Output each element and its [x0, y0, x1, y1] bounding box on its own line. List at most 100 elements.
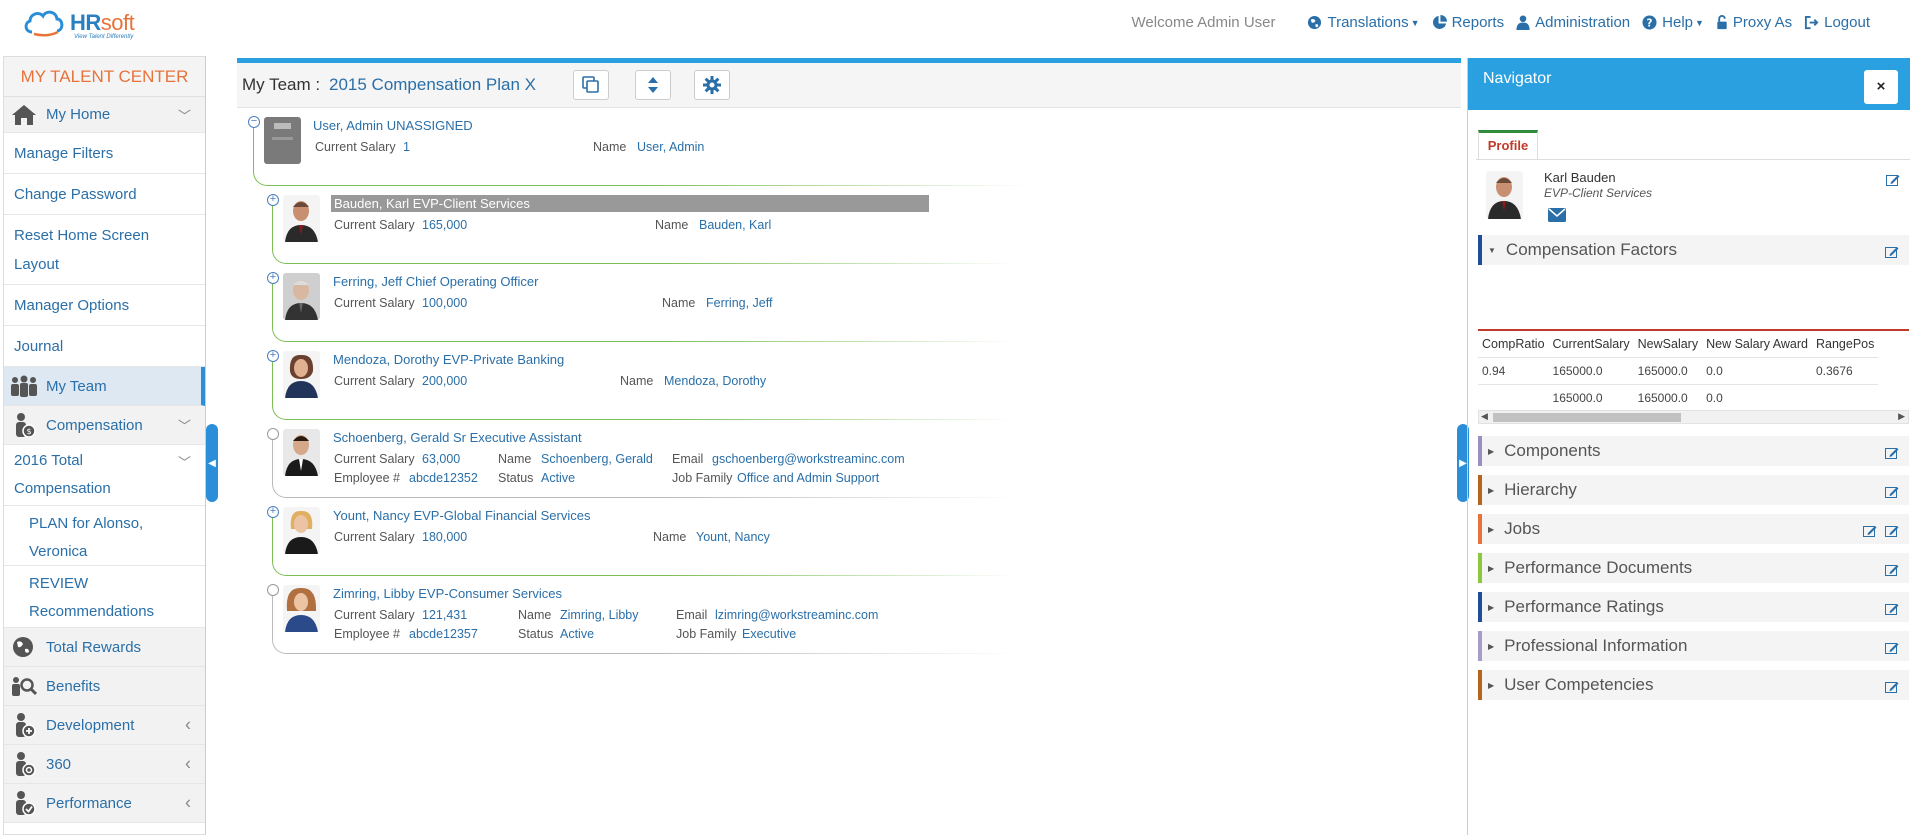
section-label: Compensation Factors — [1505, 240, 1677, 259]
edit-icon[interactable] — [1885, 639, 1899, 659]
sidebar-item-total-rewards[interactable]: Total Rewards — [4, 628, 205, 667]
navigator-header: Navigator × — [1468, 58, 1910, 110]
sidebar-item-manage-filters[interactable]: Manage Filters — [4, 133, 205, 174]
section-jobs[interactable]: ▶ Jobs — [1478, 514, 1909, 544]
tree-connector-fade — [667, 341, 1017, 343]
employee-title[interactable]: Yount, Nancy EVP-Global Financial Servic… — [333, 508, 590, 523]
name-label: Name — [518, 608, 552, 622]
email-value[interactable]: gschoenberg@workstreaminc.com — [712, 452, 905, 466]
sidebar-item-my-home[interactable]: My Home ﹀ — [4, 97, 205, 133]
sidebar-item-manager-options[interactable]: Manager Options — [4, 285, 205, 326]
sidebar-item-review-recommendations[interactable]: REVIEW Recommendations — [4, 566, 205, 628]
expand-toggle[interactable]: + — [267, 272, 279, 284]
comp-factors-grid: CompRatio CurrentSalary NewSalary New Salar… — [1478, 331, 1879, 412]
employee-title[interactable]: User, Admin UNASSIGNED — [313, 118, 473, 133]
sidebar-item-label: Recommendations — [29, 603, 155, 620]
sort-button[interactable] — [635, 70, 671, 100]
edit-icon[interactable] — [1885, 678, 1899, 698]
employee-title[interactable]: Bauden, Karl EVP-Client Services — [331, 195, 929, 212]
tree-connector-fade — [667, 419, 1017, 421]
caret-right-icon: ▶ — [1488, 641, 1495, 651]
sidebar-item-development[interactable]: Development ‹ — [4, 706, 205, 745]
table-cell: 165000.0 — [1548, 357, 1634, 385]
section-user-competencies[interactable]: ▶ User Competencies — [1478, 670, 1909, 700]
name-label: Name — [662, 296, 696, 310]
horizontal-scrollbar[interactable]: ◀ ▶ — [1478, 410, 1909, 424]
current-salary-value: 200,000 — [422, 374, 468, 388]
employee-title[interactable]: Mendoza, Dorothy EVP-Private Banking — [333, 352, 564, 367]
sidebar-item-journal[interactable]: Journal — [4, 326, 205, 367]
edit-alt-icon[interactable] — [1863, 522, 1877, 542]
edit-icon[interactable] — [1885, 444, 1899, 464]
administration-link[interactable]: Administration — [1516, 14, 1630, 31]
sidebar-item-performance[interactable]: Performance ‹ — [4, 784, 205, 823]
profile-edit-button[interactable] — [1886, 173, 1900, 191]
reports-link[interactable]: Reports — [1432, 14, 1504, 31]
help-menu[interactable]: ? Help ▼ — [1642, 14, 1704, 31]
section-compensation-factors[interactable]: ▼ Compensation Factors — [1478, 235, 1909, 265]
name-label: Name — [655, 218, 689, 232]
chevron-left-icon: ‹ — [185, 753, 191, 774]
section-components[interactable]: ▶ Components — [1478, 436, 1909, 466]
sidebar-item-compensation[interactable]: $ Compensation ﹀ — [4, 406, 205, 445]
sidebar-item-360[interactable]: 360 ‹ — [4, 745, 205, 784]
caret-down-icon: ▼ — [1695, 17, 1704, 28]
sidebar-item-plan-alonso[interactable]: PLAN for Alonso, Veronica — [4, 506, 205, 566]
table-row: 0.94 165000.0 165000.0 0.0 0.3676 — [1478, 357, 1879, 385]
name-value: Zimring, Libby — [560, 608, 639, 622]
section-performance-ratings[interactable]: ▶ Performance Ratings — [1478, 592, 1909, 622]
employee-title[interactable]: Ferring, Jeff Chief Operating Officer — [333, 274, 538, 289]
sidebar-item-reset-home-layout[interactable]: Reset Home Screen Layout — [4, 215, 205, 285]
sidebar-item-change-password[interactable]: Change Password — [4, 174, 205, 215]
current-salary-value: 121,431 — [422, 608, 468, 622]
translations-menu[interactable]: Translations ▼ — [1307, 14, 1420, 31]
section-professional-information[interactable]: ▶ Professional Information — [1478, 631, 1909, 661]
team-icon — [10, 372, 38, 400]
expand-toggle[interactable]: + — [267, 350, 279, 362]
close-button[interactable]: × — [1864, 70, 1898, 104]
scroll-right-icon[interactable]: ▶ — [1898, 411, 1905, 422]
avatar-zimring — [283, 585, 320, 632]
current-salary-label: Current Salary — [334, 296, 415, 310]
section-performance-documents[interactable]: ▶ Performance Documents — [1478, 553, 1909, 583]
column-header[interactable]: CompRatio — [1478, 331, 1549, 358]
edit-icon[interactable] — [1885, 522, 1899, 542]
email-value[interactable]: lzimring@workstreaminc.com — [715, 608, 878, 622]
collapse-sidebar-handle[interactable]: ◀ — [206, 424, 218, 502]
sidebar-item-benefits[interactable]: Benefits — [4, 667, 205, 706]
administration-label: Administration — [1535, 14, 1631, 31]
collapse-toggle[interactable]: − — [248, 116, 260, 128]
copy-button[interactable] — [573, 70, 609, 100]
column-header[interactable]: CurrentSalary — [1548, 331, 1634, 358]
tab-profile[interactable]: Profile — [1478, 130, 1538, 160]
expand-toggle[interactable]: + — [267, 506, 279, 518]
proxy-as-link[interactable]: Proxy As — [1716, 14, 1792, 31]
column-header[interactable]: NewSalary — [1633, 331, 1703, 358]
logout-link[interactable]: Logout — [1804, 14, 1870, 31]
edit-icon[interactable] — [1885, 600, 1899, 620]
hrsoft-logo[interactable]: HRsoft View Talent Differently — [22, 6, 162, 42]
email-button[interactable] — [1548, 208, 1566, 227]
profile-avatar — [1486, 171, 1523, 219]
scroll-left-icon[interactable]: ◀ — [1481, 411, 1488, 422]
sidebar-item-2016-total-compensation[interactable]: 2016 Total Compensation ﹀ — [4, 445, 205, 506]
plan-name-link[interactable]: 2015 Compensation Plan X — [329, 75, 536, 95]
sidebar-item-label: Manager Options — [14, 296, 130, 314]
edit-icon[interactable] — [1885, 561, 1899, 581]
column-header[interactable]: RangePos — [1812, 331, 1879, 358]
edit-icon[interactable] — [1885, 243, 1899, 263]
scrollbar-thumb[interactable] — [1493, 413, 1681, 422]
section-hierarchy[interactable]: ▶ Hierarchy — [1478, 475, 1909, 505]
sidebar-item-my-team[interactable]: My Team — [4, 367, 205, 406]
sidebar-item-label: 360 — [46, 755, 72, 773]
column-header[interactable]: New Salary Award — [1702, 331, 1812, 358]
employee-title[interactable]: Schoenberg, Gerald Sr Executive Assistan… — [333, 430, 582, 445]
expand-toggle[interactable]: + — [267, 194, 279, 206]
translations-label: Translations — [1327, 14, 1409, 31]
settings-button[interactable] — [694, 70, 730, 100]
avatar-placeholder — [264, 117, 301, 164]
table-cell: 165000.0 — [1633, 384, 1703, 412]
edit-icon[interactable] — [1885, 483, 1899, 503]
employee-title[interactable]: Zimring, Libby EVP-Consumer Services — [333, 586, 562, 601]
section-label: Components — [1504, 441, 1601, 460]
